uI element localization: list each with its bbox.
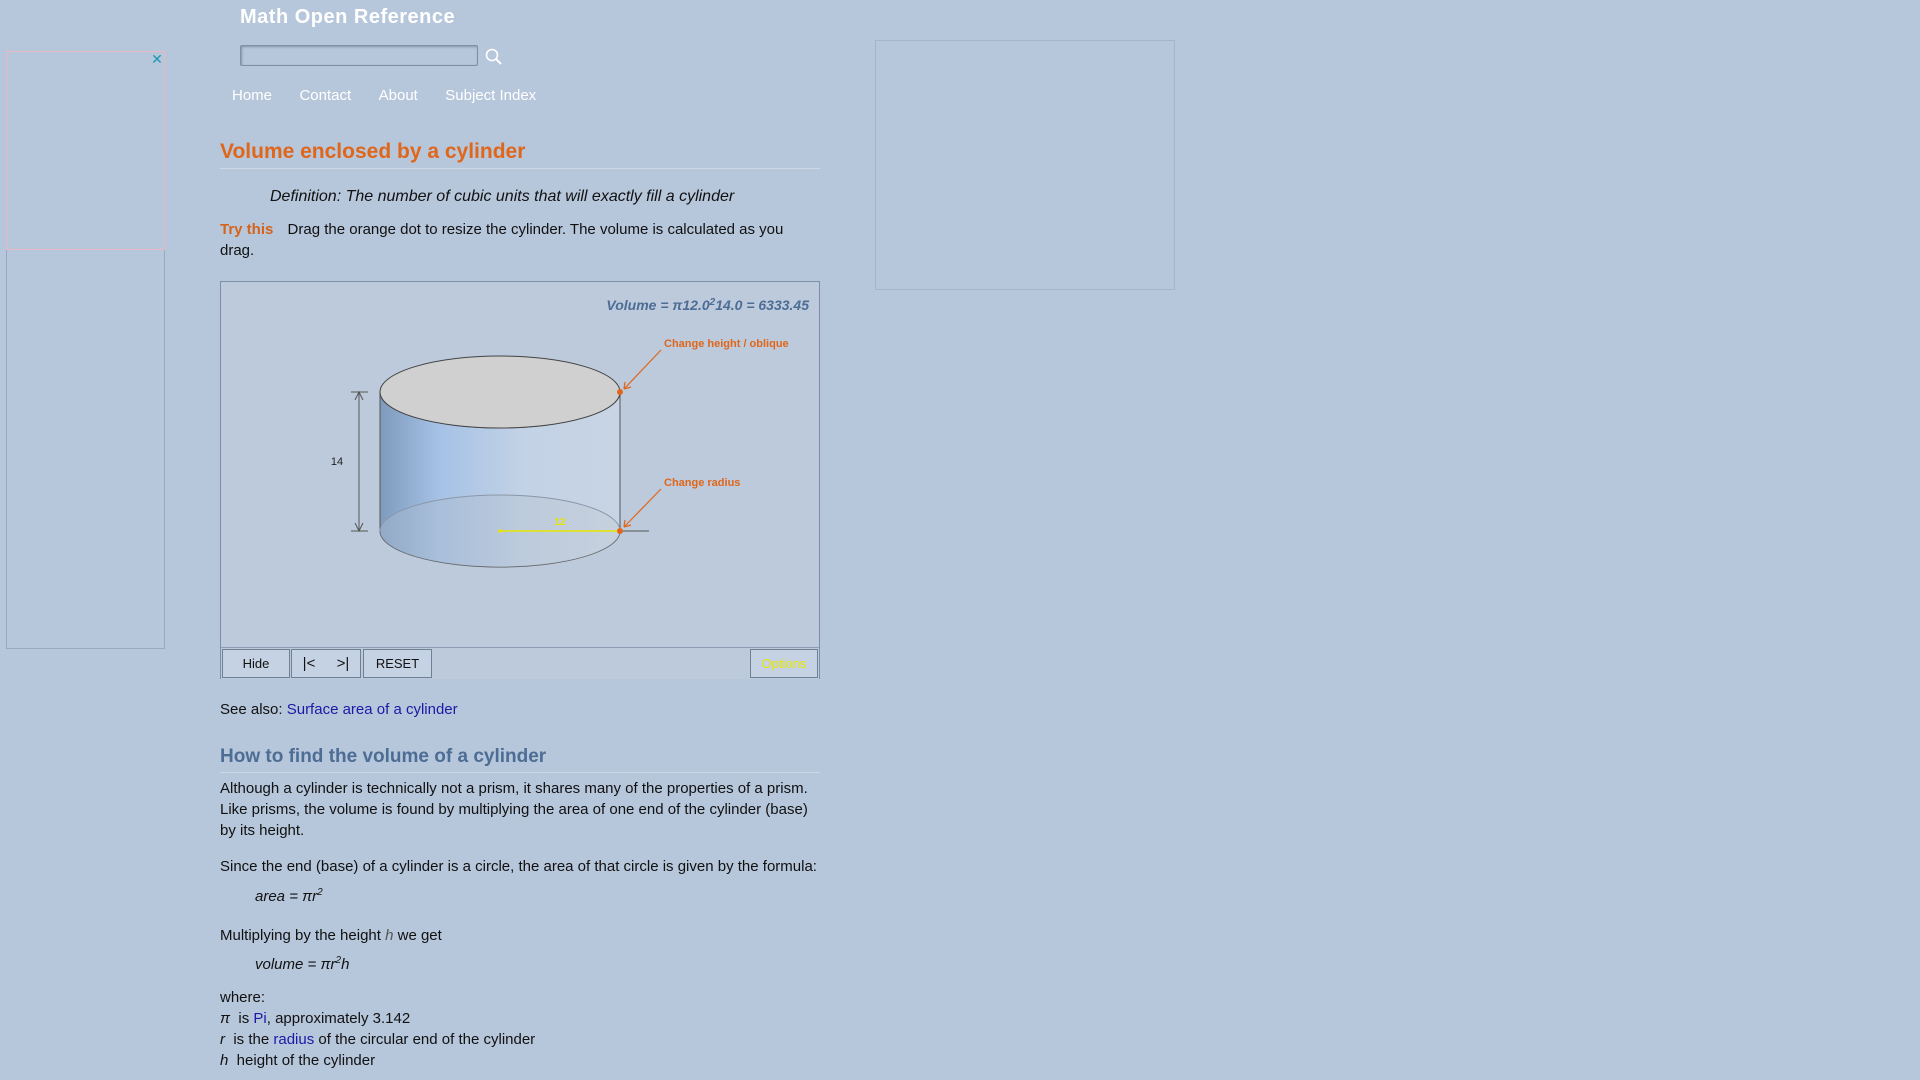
next-step-button[interactable]: >| [337, 655, 350, 672]
radius-drag-handle[interactable] [617, 528, 623, 534]
height-drag-handle[interactable] [617, 389, 623, 395]
section-paragraph-2: Since the end (base) of a cylinder is a … [220, 858, 817, 875]
try-this-text: Drag the orange dot to resize the cylind… [220, 221, 784, 259]
search-input[interactable] [240, 45, 478, 66]
surface-area-link[interactable]: Surface area of a cylinder [287, 701, 458, 718]
definition-r: r is the radius of the circular end of t… [220, 1031, 536, 1048]
ad-close-icon[interactable]: ✕ [150, 52, 164, 66]
nav-contact-link[interactable]: Contact [299, 87, 351, 104]
pi-link[interactable]: Pi [253, 1010, 266, 1027]
radius-link[interactable]: radius [273, 1031, 314, 1048]
change-radius-label: Change radius [664, 477, 740, 489]
volume-readout: Volume = π12.0214.0 = 6333.45 [606, 297, 809, 313]
left-ad-top-frame[interactable] [6, 51, 165, 250]
where-label: where: [220, 989, 266, 1006]
see-also: See also: Surface area of a cylinder [220, 701, 458, 718]
definition-text: Definition: The number of cubic units th… [270, 188, 735, 205]
nav-home-link[interactable]: Home [232, 87, 272, 104]
options-button[interactable]: Options [750, 649, 818, 678]
see-also-prefix: See also: [220, 701, 287, 718]
cylinder-applet[interactable]: Volume = π12.0214.0 = 6333.45 12 14 Chan… [220, 281, 820, 679]
reset-button[interactable]: RESET [363, 649, 432, 678]
step-buttons: |< >| [291, 649, 361, 678]
center-dot [498, 529, 502, 533]
search-icon[interactable] [484, 47, 504, 67]
section-title: How to find the volume of a cylinder [220, 746, 820, 773]
right-ad-frame[interactable] [875, 40, 1175, 290]
height-callout-line [623, 349, 662, 390]
radius-callout-line [623, 488, 662, 528]
section-paragraph-1: Although a cylinder is technically not a… [220, 780, 808, 839]
nav-about-link[interactable]: About [379, 87, 418, 104]
first-step-button[interactable]: |< [303, 655, 316, 672]
change-height-label: Change height / oblique [664, 338, 789, 350]
cylinder-top [379, 355, 621, 429]
page-title: Volume enclosed by a cylinder [220, 140, 820, 169]
site-title[interactable]: Math Open Reference [240, 6, 455, 29]
radius-dimension: 12 [554, 517, 566, 528]
applet-toolbar: Hide |< >| RESET Options [221, 647, 819, 679]
definition-h: h height of the cylinder [220, 1052, 376, 1069]
section-paragraph-3: Multiplying by the height h we get [220, 927, 442, 944]
height-dimension: 14 [331, 456, 343, 468]
hide-button[interactable]: Hide [222, 649, 290, 678]
top-nav: Home Contact About Subject Index [232, 87, 559, 105]
volume-formula: volume = πr2h [255, 955, 350, 973]
try-this-paragraph: Try this Drag the orange dot to resize t… [220, 219, 820, 261]
nav-subject-index-link[interactable]: Subject Index [445, 87, 536, 104]
try-this-label: Try this [220, 221, 274, 238]
area-formula: area = πr2 [255, 887, 323, 905]
cylinder-diagram: Volume = π12.0214.0 = 6333.45 12 14 Chan… [331, 297, 809, 568]
definition-pi: π is Pi, approximately 3.142 [220, 1010, 411, 1027]
